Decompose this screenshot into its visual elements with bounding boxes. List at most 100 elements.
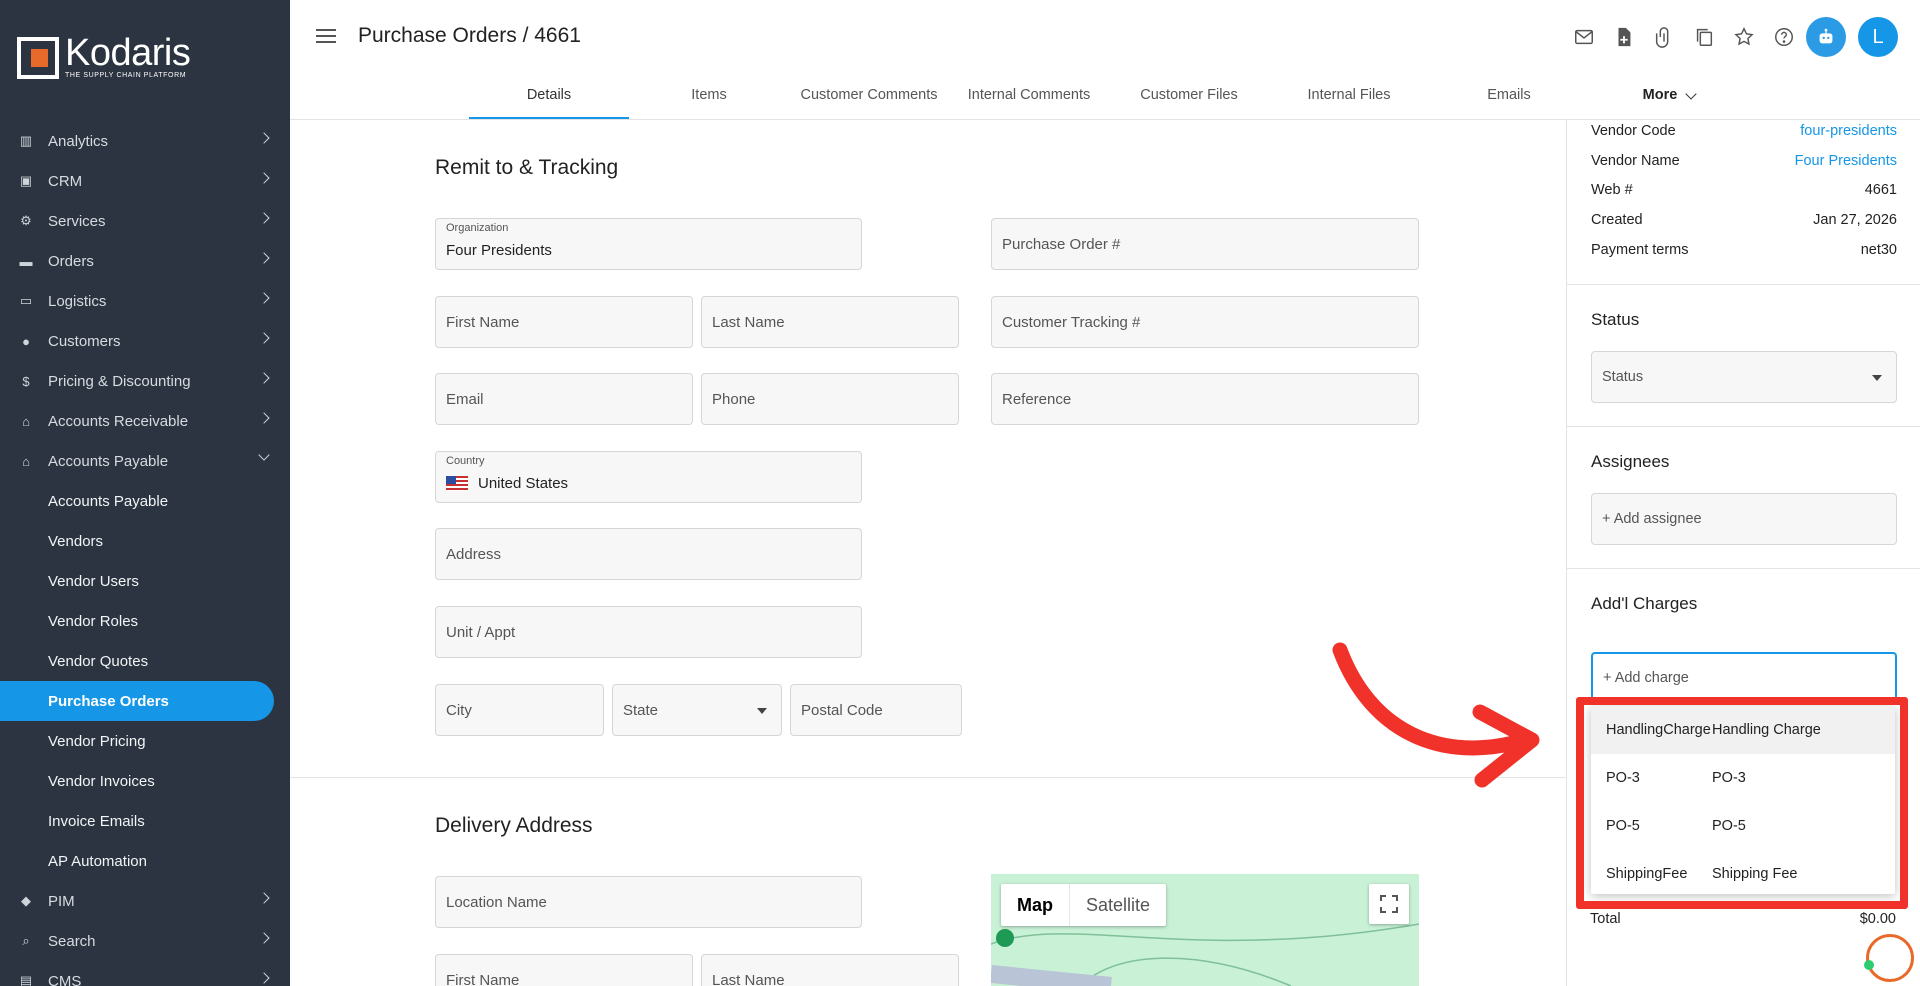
chevron-right-icon — [258, 252, 270, 264]
tab-internal-files[interactable]: Internal Files — [1269, 78, 1429, 119]
menu-icon[interactable] — [316, 29, 336, 47]
annotation-arrow-icon — [1332, 642, 1540, 788]
logo-tagline: THE SUPPLY CHAIN PLATFORM — [65, 72, 187, 79]
new-document-icon[interactable] — [1604, 17, 1644, 57]
sidebar-subitem-purchase-orders[interactable]: Purchase Orders — [0, 681, 274, 721]
tab-internal-comments[interactable]: Internal Comments — [949, 78, 1109, 119]
chevron-down-icon — [258, 449, 270, 461]
delivery-map[interactable]: Map Satellite — [991, 874, 1419, 986]
kv-value: 4661 — [1864, 182, 1897, 198]
web-number-row: Web # 4661 — [1591, 182, 1897, 198]
sidebar-item-label: Accounts Payable — [48, 452, 169, 470]
sidebar-item-crm[interactable]: ▣ CRM — [0, 161, 290, 201]
sidebar-item-pricing[interactable]: $ Pricing & Discounting — [0, 361, 290, 401]
vendor-code-link[interactable]: four-presidents — [1800, 123, 1897, 139]
vendor-name-link[interactable]: Four Presidents — [1795, 153, 1897, 169]
sidebar-subitem-vendor-pricing[interactable]: Vendor Pricing — [0, 721, 290, 761]
bank-icon: ⌂ — [22, 413, 30, 429]
sidebar-item-analytics[interactable]: ▥ Analytics — [0, 121, 290, 161]
crm-icon: ▣ — [19, 173, 33, 188]
bank-icon: ⌂ — [22, 453, 30, 469]
sidebar-item-accounts-receivable[interactable]: ⌂ Accounts Receivable — [0, 401, 290, 441]
sidebar-subitem-vendor-invoices[interactable]: Vendor Invoices — [0, 761, 290, 801]
tab-customer-comments[interactable]: Customer Comments — [789, 78, 949, 119]
phone-field[interactable]: Phone — [701, 373, 959, 425]
sidebar-subitem-vendors[interactable]: Vendors — [0, 521, 290, 561]
tab-customer-files[interactable]: Customer Files — [1109, 78, 1269, 119]
sidebar-item-cms[interactable]: ▤ CMS — [0, 961, 290, 986]
analytics-icon: ▥ — [19, 133, 33, 148]
address-field[interactable]: Address — [435, 528, 862, 580]
chat-support-icon[interactable] — [1866, 934, 1914, 982]
postal-code-field[interactable]: Postal Code — [790, 684, 962, 736]
star-icon[interactable] — [1724, 17, 1764, 57]
avatar[interactable]: L — [1858, 17, 1898, 57]
kodaris-logo[interactable]: Kodaris THE SUPPLY CHAIN PLATFORM — [17, 34, 191, 79]
state-select[interactable]: State — [612, 684, 782, 736]
sidebar-item-services[interactable]: ⚙ Services — [0, 201, 290, 241]
total-row: Total $0.00 — [1590, 911, 1896, 927]
kv-value: Jan 27, 2026 — [1813, 212, 1897, 228]
location-name-field[interactable]: Location Name — [435, 876, 862, 928]
tab-more[interactable]: More — [1589, 78, 1749, 119]
caret-down-icon — [1872, 375, 1882, 381]
tab-items[interactable]: Items — [629, 78, 789, 119]
fullscreen-icon[interactable] — [1369, 884, 1409, 924]
sidebar-subitem-accounts-payable[interactable]: Accounts Payable — [0, 481, 290, 521]
logo-mark-icon — [17, 36, 59, 79]
help-icon[interactable] — [1764, 17, 1804, 57]
customer-tracking-field[interactable]: Customer Tracking # — [991, 296, 1419, 348]
mail-icon[interactable] — [1564, 17, 1604, 57]
sidebar-item-orders[interactable]: ▬ Orders — [0, 241, 290, 281]
status-title: Status — [1591, 310, 1640, 329]
delivery-first-name-field[interactable]: First Name — [435, 954, 693, 986]
assistant-bot-icon[interactable] — [1806, 17, 1846, 57]
total-value: $0.00 — [1859, 911, 1896, 927]
chevron-right-icon — [258, 972, 270, 984]
copy-icon[interactable] — [1684, 17, 1724, 57]
sidebar-item-label: Customers — [48, 332, 121, 350]
sidebar-item-pim[interactable]: ◆ PIM — [0, 881, 290, 921]
last-name-field[interactable]: Last Name — [701, 296, 959, 348]
sidebar-item-label: Pricing & Discounting — [48, 372, 191, 390]
tab-emails[interactable]: Emails — [1429, 78, 1589, 119]
sidebar-subitem-ap-automation[interactable]: AP Automation — [0, 841, 290, 881]
sidebar-subitem-vendor-quotes[interactable]: Vendor Quotes — [0, 641, 290, 681]
page-title: Purchase Orders / 4661 — [358, 24, 581, 47]
online-status-dot — [1864, 960, 1874, 970]
city-field[interactable]: City — [435, 684, 604, 736]
attachment-icon[interactable] — [1644, 17, 1684, 57]
chevron-down-icon — [1685, 88, 1697, 100]
chevron-right-icon — [258, 132, 270, 144]
sidebar-subitem-vendor-users[interactable]: Vendor Users — [0, 561, 290, 601]
chevron-right-icon — [258, 372, 270, 384]
first-name-field[interactable]: First Name — [435, 296, 693, 348]
header-toolbar: L — [1564, 17, 1898, 57]
email-field[interactable]: Email — [435, 373, 693, 425]
vendor-name-row: Vendor Name Four Presidents — [1591, 153, 1897, 169]
cms-icon: ▤ — [19, 973, 33, 986]
sidebar-item-customers[interactable]: ● Customers — [0, 321, 290, 361]
satellite-tab[interactable]: Satellite — [1069, 884, 1166, 926]
sidebar-item-label: Services — [48, 212, 106, 230]
sidebar-item-accounts-payable[interactable]: ⌂ Accounts Payable — [0, 441, 290, 481]
charges-section — [1567, 568, 1920, 569]
delivery-last-name-field[interactable]: Last Name — [701, 954, 959, 986]
reference-field[interactable]: Reference — [991, 373, 1419, 425]
status-select[interactable]: Status — [1591, 351, 1897, 403]
sidebar-item-search[interactable]: ⌕ Search — [0, 921, 290, 961]
sidebar-item-logistics[interactable]: ▭ Logistics — [0, 281, 290, 321]
chevron-right-icon — [258, 292, 270, 304]
sidebar-nav: ▥ Analytics ▣ CRM ⚙ Services ▬ Orders ▭ Logis… — [0, 121, 290, 986]
add-assignee-field[interactable]: + Add assignee — [1591, 493, 1897, 545]
unit-field[interactable]: Unit / Appt — [435, 606, 862, 658]
chevron-right-icon — [258, 172, 270, 184]
country-field[interactable]: Country United States — [435, 451, 862, 503]
organization-field[interactable]: Organization Four Presidents — [435, 218, 862, 270]
purchase-order-field[interactable]: Purchase Order # — [991, 218, 1419, 270]
sidebar-subitem-invoice-emails[interactable]: Invoice Emails — [0, 801, 290, 841]
tab-details[interactable]: Details — [469, 78, 629, 119]
sidebar-subitem-vendor-roles[interactable]: Vendor Roles — [0, 601, 290, 641]
highlight-annotation-box — [1576, 697, 1908, 909]
map-tab[interactable]: Map — [1001, 884, 1069, 926]
